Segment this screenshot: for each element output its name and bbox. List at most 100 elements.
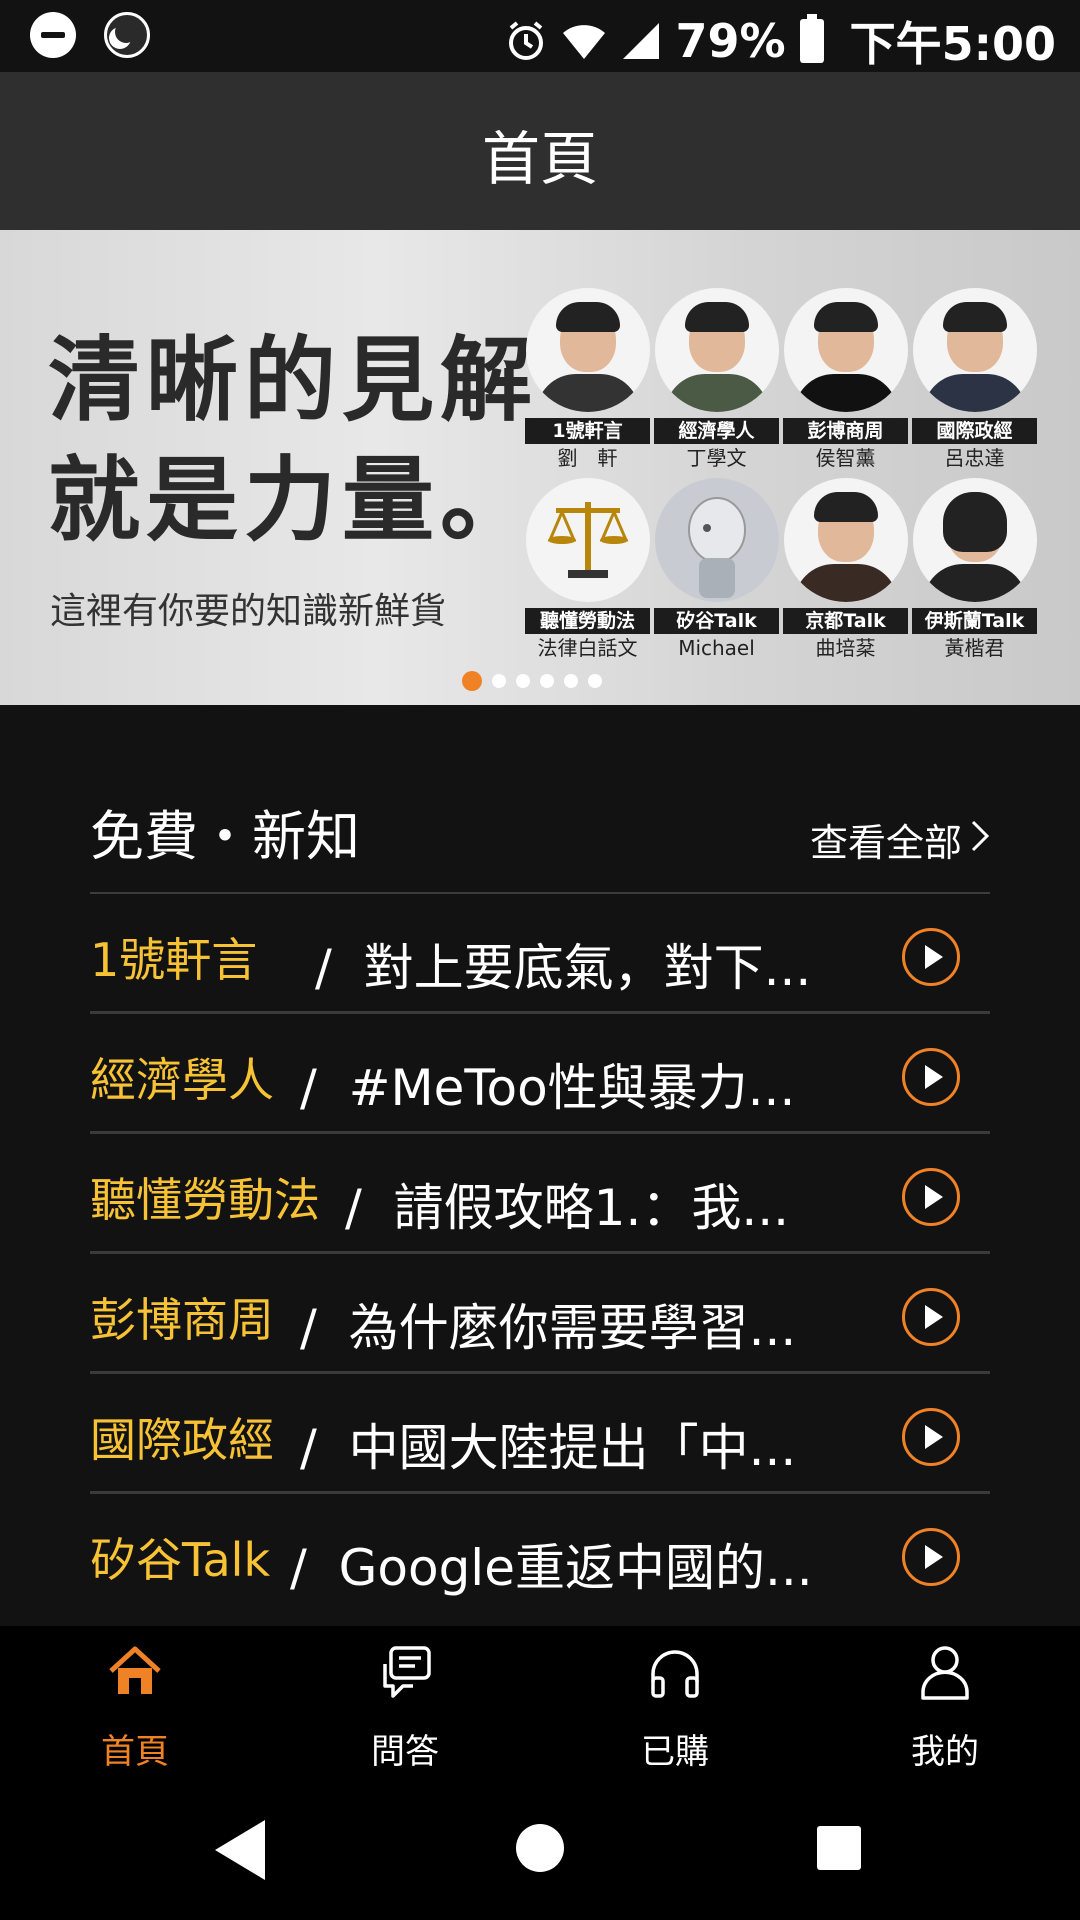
scales-of-justice-icon [525,478,650,602]
do-not-disturb-icon [30,12,76,58]
list-item[interactable]: 國際政經 / 中國大陸提出「中... [90,1374,990,1494]
presenter-avatar [783,478,908,602]
presenter-card: 矽谷Talk Michael [654,478,779,662]
item-title: / 中國大陸提出「中... [300,1419,797,1477]
presenter-name: 侯智薰 [815,446,876,470]
play-button[interactable] [902,1048,960,1106]
tab-label: 我的 [911,1732,979,1772]
presenter-card: 國際政經 呂忠達 [912,288,1037,472]
chat-icon [377,1644,433,1700]
presenter-card: 彭博商周 侯智薰 [783,288,908,472]
presenter-tag: 聽懂勞動法 [525,608,650,634]
night-mode-icon [104,12,150,58]
item-title: / 為什麼你需要學習... [300,1299,797,1357]
list-item[interactable]: 經濟學人 / #MeToo性與暴力... [90,1014,990,1134]
presenter-avatar [525,288,650,412]
presenter-card: 聽懂勞動法 法律白話文 [525,478,650,662]
play-button[interactable] [902,1528,960,1586]
play-button[interactable] [902,1408,960,1466]
battery-percent: 79% [675,14,786,68]
chevron-right-icon [970,818,990,862]
presenter-name: 劉 軒 [557,446,618,470]
clock: 下午5:00 [849,17,1056,71]
presenter-avatar [783,288,908,412]
tab-label: 已購 [641,1732,709,1772]
presenter-card: 1號軒言 劉 軒 [525,288,650,472]
tab-label: 首頁 [101,1732,169,1772]
carousel-dots[interactable] [462,671,602,691]
item-title: / Google重返中國的... [290,1539,813,1597]
carousel-dot[interactable] [540,674,554,688]
promo-banner[interactable]: 清晰的見解 就是力量。 這裡有你要的知識新鮮貨 1號軒言 劉 軒 經濟學人 丁學… [0,230,1080,705]
item-title-text: 為什麼你需要學習... [348,1299,797,1357]
robot-icon [654,478,779,602]
item-category: 1號軒言 [90,933,258,987]
list-item[interactable]: 矽谷Talk / Google重返中國的... [90,1494,990,1611]
banner-subtitle: 這裡有你要的知識新鮮貨 [50,591,447,632]
presenter-name: 丁學文 [686,446,747,470]
bottom-tab-bar: 首頁 問答 已購 我的 [0,1626,1080,1780]
presenter-tag: 矽谷Talk [654,608,779,634]
signal-icon [621,21,661,61]
play-button[interactable] [902,928,960,986]
presenter-name: 曲培棻 [815,636,876,660]
carousel-dot[interactable] [516,674,530,688]
recent-apps-icon[interactable] [817,1826,861,1870]
presenter-tag: 經濟學人 [654,418,779,444]
item-category: 矽谷Talk [90,1533,271,1587]
presenter-tag: 1號軒言 [525,418,650,444]
section-title: 免費・新知 [90,805,360,868]
presenter-avatar [912,288,1037,412]
back-icon[interactable] [215,1820,265,1880]
user-icon [917,1644,973,1700]
item-category: 彭博商周 [90,1293,274,1347]
presenter-tag: 國際政經 [912,418,1037,444]
list-item[interactable]: 彭博商周 / 為什麼你需要學習... [90,1254,990,1374]
carousel-dot[interactable] [564,674,578,688]
presenter-avatar [654,288,779,412]
item-title: / 請假攻略1.：我... [345,1179,790,1237]
tab-purchased[interactable]: 已購 [540,1626,810,1780]
play-button[interactable] [902,1168,960,1226]
tab-home[interactable]: 首頁 [0,1626,270,1780]
alarm-icon [505,20,547,62]
system-nav-bar [0,1780,1080,1920]
presenter-name: 法律白話文 [537,636,638,660]
play-button[interactable] [902,1288,960,1346]
carousel-dot[interactable] [588,674,602,688]
presenter-name: 黃楷君 [944,636,1005,660]
item-title-text: 對上要底氣，對下... [363,939,812,997]
item-title: / #MeToo性與暴力... [300,1059,796,1117]
item-category: 國際政經 [90,1413,274,1467]
carousel-dot[interactable] [462,671,482,691]
status-bar: 79% 下午5:00 [0,0,1080,72]
item-category: 經濟學人 [90,1053,274,1107]
headphones-icon [647,1644,703,1700]
presenter-tag: 京都Talk [783,608,908,634]
tab-label: 問答 [371,1732,439,1772]
presenter-card: 伊斯蘭Talk 黃楷君 [912,478,1037,662]
page-title: 首頁 [481,125,598,193]
list-item[interactable]: 1號軒言 / 對上要底氣，對下... [90,894,990,1014]
presenter-grid: 1號軒言 劉 軒 經濟學人 丁學文 彭博商周 侯智薰 國際政經 呂忠達 聽懂勞動… [525,288,1045,668]
battery-icon [799,14,824,63]
tab-profile[interactable]: 我的 [810,1626,1080,1780]
tab-qa[interactable]: 問答 [270,1626,540,1780]
presenter-tag: 彭博商周 [783,418,908,444]
presenter-tag: 伊斯蘭Talk [912,608,1037,634]
item-title-text: #MeToo性與暴力... [348,1059,796,1117]
see-all-link[interactable]: 查看全部 [810,812,990,867]
item-title-text: 中國大陸提出「中... [348,1419,797,1477]
presenter-name: 呂忠達 [944,446,1005,470]
presenter-avatar [912,478,1037,602]
presenter-name: Michael [678,636,755,660]
wifi-icon [561,21,607,61]
item-title-text: Google重返中國的... [338,1539,813,1597]
free-news-list: 1號軒言 / 對上要底氣，對下... 經濟學人 / #MeToo性與暴力... … [90,894,990,1611]
banner-headline: 清晰的見解 就是力量。 [48,320,538,560]
presenter-card: 京都Talk 曲培棻 [783,478,908,662]
banner-headline-line: 清晰的見解 [48,326,539,434]
list-item[interactable]: 聽懂勞動法 / 請假攻略1.：我... [90,1134,990,1254]
carousel-dot[interactable] [492,674,506,688]
home-button-icon[interactable] [516,1824,564,1872]
